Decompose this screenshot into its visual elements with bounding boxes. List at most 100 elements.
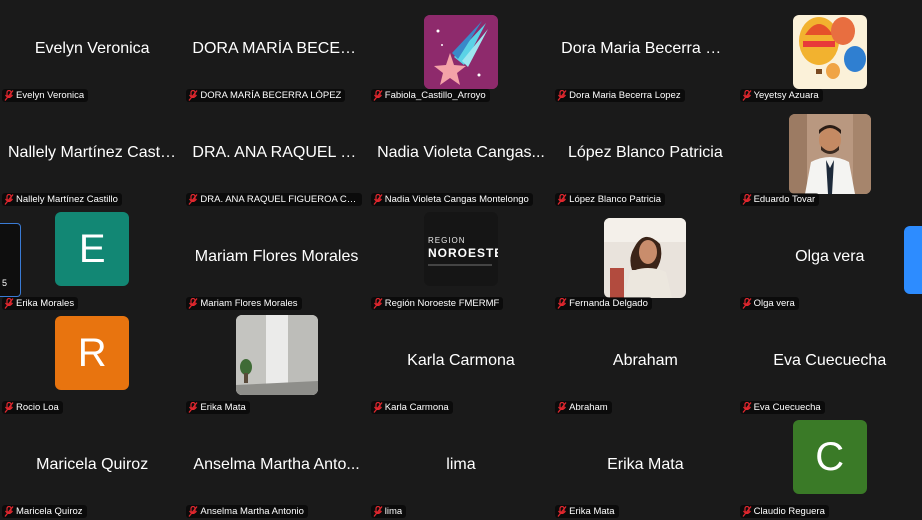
participant-tile[interactable]: REGION NOROESTE Región Noroeste FMERMF [368, 208, 554, 312]
participant-name: lima [384, 506, 403, 517]
participant-name: Fabiola_Castillo_Arroyo [384, 90, 486, 101]
participant-label: Maricela Quiroz [2, 505, 87, 518]
muted-mic-icon [373, 402, 383, 413]
participant-display-name: Eva Cuecuecha [773, 352, 887, 369]
participant-label: DRA. ANA RAQUEL FIGUEROA CHA... [186, 193, 363, 206]
logo-line-1: REGION [427, 236, 466, 245]
participant-tile[interactable]: Olga vera Olga vera [737, 208, 922, 312]
participant-tile[interactable]: E Erika Morales [0, 208, 185, 312]
participant-name: Abraham [569, 402, 608, 413]
participant-label: Evelyn Veronica [2, 89, 89, 102]
participant-tile[interactable]: DRA. ANA RAQUEL FI... DRA. ANA RAQUEL FI… [184, 104, 369, 208]
participant-tile[interactable]: Nadia Violeta Cangas... Nadia Violeta Ca… [368, 104, 554, 208]
participant-tile[interactable]: Eva Cuecuecha Eva Cuecuecha [737, 312, 922, 416]
participant-tile[interactable]: Maricela Quiroz Maricela Quiroz [0, 416, 185, 520]
page-indicator: 5 [2, 278, 8, 288]
participant-display-name: Olga vera [795, 248, 865, 265]
muted-mic-icon [4, 402, 14, 413]
hot-air-balloons-image [792, 15, 867, 89]
participant-display-name: Karla Carmona [407, 352, 515, 369]
participant-label: DORA MARÍA BECERRA LÓPEZ [186, 89, 346, 102]
participant-tile[interactable]: Karla Carmona Karla Carmona [368, 312, 554, 416]
next-page-button[interactable] [904, 226, 922, 294]
participant-display-name: lima [446, 456, 476, 473]
participant-label: Yeyetsy Azuara [739, 89, 823, 102]
participant-name: DRA. ANA RAQUEL FIGUEROA CHA... [200, 194, 359, 205]
participant-tile[interactable]: Anselma Martha Anto... Anselma Martha An… [184, 416, 369, 520]
participant-label: Abraham [555, 401, 612, 414]
muted-mic-icon [557, 90, 567, 101]
participant-tile[interactable]: Nallely Martínez Castillo Nallely Martín… [0, 104, 185, 208]
muted-mic-icon [742, 506, 752, 517]
woman-portrait-image [604, 218, 687, 298]
participant-label: Rocio Loa [2, 401, 63, 414]
participant-label: Erika Mata [186, 401, 250, 414]
participant-display-name: DRA. ANA RAQUEL FI... [192, 144, 368, 161]
muted-mic-icon [4, 90, 14, 101]
gallery-grid: Evelyn Veronica Evelyn Veronica DORA MAR… [0, 0, 922, 520]
participant-name: Erika Mata [200, 402, 246, 413]
muted-mic-icon [4, 194, 14, 205]
participant-name: Región Noroeste FMERMF [384, 298, 500, 309]
participant-tile[interactable]: Eduardo Tovar [737, 104, 922, 208]
participant-display-name: López Blanco Patricia [567, 144, 723, 161]
participant-tile[interactable]: Abraham Abraham [553, 312, 738, 416]
muted-mic-icon [373, 506, 383, 517]
muted-mic-icon [742, 90, 752, 101]
participant-label: Erika Morales [2, 297, 79, 310]
participant-display-name: Abraham [612, 352, 678, 369]
participant-tile[interactable]: Erika Mata [184, 312, 369, 416]
participant-name: Maricela Quiroz [16, 506, 83, 517]
participant-display-name: Evelyn Veronica [34, 40, 150, 57]
participant-tile[interactable]: Erika Mata Erika Mata [553, 416, 738, 520]
participant-tile[interactable]: R Rocio Loa [0, 312, 185, 416]
participant-label: Dora Maria Becerra Lopez [555, 89, 685, 102]
participant-tile[interactable]: López Blanco Patricia López Blanco Patri… [553, 104, 738, 208]
participant-tile[interactable]: lima lima [368, 416, 554, 520]
avatar: C [792, 420, 867, 494]
muted-mic-icon [557, 194, 567, 205]
participant-display-name: Dora Maria Becerra Lo... [561, 40, 737, 57]
participant-tile[interactable]: Evelyn Veronica Evelyn Veronica [0, 0, 185, 104]
participant-label: Olga vera [739, 297, 799, 310]
participant-tile[interactable]: DORA MARÍA BECERR... DORA MARÍA BECERRA … [184, 0, 369, 104]
participant-label: Erika Mata [555, 505, 619, 518]
participant-name: Erika Mata [569, 506, 615, 517]
participant-tile[interactable]: Mariam Flores Morales Mariam Flores Mora… [184, 208, 369, 312]
participant-display-name: Mariam Flores Morales [194, 248, 359, 265]
participant-display-name: Anselma Martha Anto... [193, 456, 360, 473]
muted-mic-icon [4, 506, 14, 517]
logo-line-2: NOROESTE [427, 246, 498, 260]
muted-mic-icon [557, 298, 567, 309]
shooting-star-icon [423, 15, 498, 89]
man-portrait-image [788, 114, 871, 194]
muted-mic-icon [188, 90, 198, 101]
participant-label: López Blanco Patricia [555, 193, 666, 206]
participant-tile[interactable]: Dora Maria Becerra Lo... Dora Maria Bece… [553, 0, 738, 104]
muted-mic-icon [4, 298, 14, 309]
participant-name: López Blanco Patricia [569, 194, 662, 205]
avatar: E [55, 212, 130, 286]
participant-tile[interactable]: Fernanda Delgado [553, 208, 738, 312]
participant-tile[interactable]: C Claudio Reguera [737, 416, 922, 520]
muted-mic-icon [373, 90, 383, 101]
participant-name: Nallely Martínez Castillo [16, 194, 118, 205]
participant-name: Olga vera [753, 298, 795, 309]
muted-mic-icon [188, 298, 198, 309]
participant-label: Región Noroeste FMERMF [370, 297, 504, 310]
participant-display-name: DORA MARÍA BECERR... [192, 40, 369, 57]
previous-page-button[interactable]: 5 [0, 223, 21, 297]
participant-tile[interactable]: Fabiola_Castillo_Arroyo [368, 0, 554, 104]
muted-mic-icon [557, 402, 567, 413]
participant-name: Dora Maria Becerra Lopez [569, 90, 681, 101]
participant-tile[interactable]: Yeyetsy Azuara [737, 0, 922, 104]
participant-name: Eva Cuecuecha [753, 402, 821, 413]
participant-label: Nadia Violeta Cangas Montelongo [370, 193, 533, 206]
participant-name: Karla Carmona [384, 402, 449, 413]
participant-display-name: Nallely Martínez Castillo [8, 144, 180, 161]
participant-name: Nadia Violeta Cangas Montelongo [384, 194, 529, 205]
participant-display-name: Erika Mata [607, 456, 684, 473]
participant-name: Yeyetsy Azuara [753, 90, 819, 101]
muted-mic-icon [373, 194, 383, 205]
participant-name: Rocio Loa [16, 402, 59, 413]
